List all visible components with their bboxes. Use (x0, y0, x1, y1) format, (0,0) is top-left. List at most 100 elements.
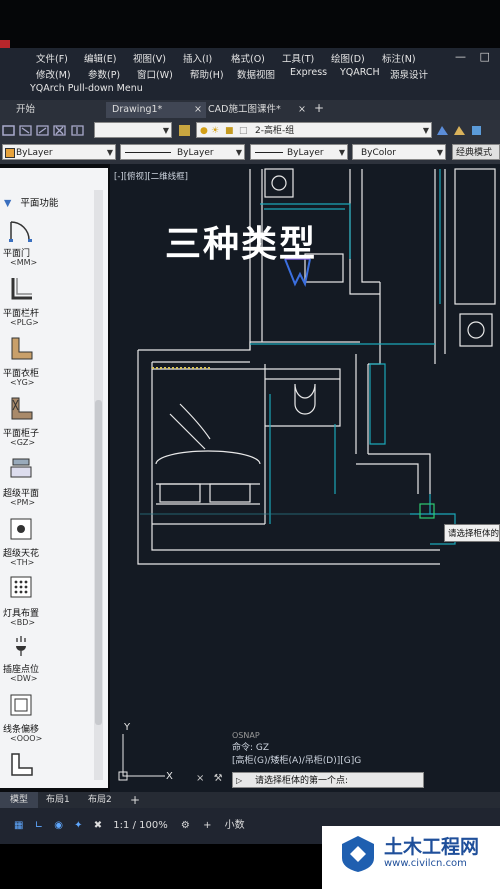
chevron-down-icon: ▼ (162, 126, 169, 135)
menu-yuanquan[interactable]: 源泉设计 (390, 67, 428, 81)
layer-isolate-icon[interactable] (53, 124, 66, 137)
plotstyle-dropdown[interactable]: ByColor ▼ (352, 144, 446, 160)
chevron-down-icon: ▼ (106, 148, 113, 157)
new-tab-button[interactable]: + (308, 100, 330, 116)
make-current-icon[interactable] (436, 124, 449, 137)
menu-express[interactable]: Express (290, 67, 327, 78)
layer-icon[interactable] (2, 124, 15, 137)
layer-match-icon[interactable] (36, 124, 49, 137)
plus-icon[interactable]: + (203, 820, 211, 831)
lock-icon: ■ (225, 126, 234, 136)
tab-cad-course[interactable]: CAD施工图课件* × (202, 102, 308, 118)
triangle-down-icon: ▼ (4, 198, 12, 209)
add-layout-button[interactable]: + (130, 792, 140, 808)
gear-icon[interactable]: ⚙ (181, 820, 190, 831)
menu-edit[interactable]: 编辑(E) (84, 51, 116, 65)
menu-modify[interactable]: 修改(M) (36, 67, 71, 81)
palette-item-code: <TH> (10, 558, 35, 567)
app-logo-icon (0, 40, 10, 48)
menu-yqarch-pulldown[interactable]: YQArch Pull-down Menu (30, 83, 143, 94)
document-tab-bar: 开始 Drawing1* × CAD施工图课件* × + (0, 100, 500, 120)
palette-item-lighting[interactable]: 灯具布置 <BD> (0, 574, 92, 629)
super-plan-icon (10, 458, 32, 478)
viewport-label[interactable]: [-][俯视][二维线框] (114, 170, 188, 182)
annotation-icon[interactable]: ✖ (94, 820, 102, 831)
menu-draw[interactable]: 绘图(D) (331, 51, 365, 65)
layer-walk-icon[interactable] (470, 124, 483, 137)
layout-tab-bar: 模型 布局1 布局2 + (0, 792, 500, 808)
status-icons: ▦ ∟ ◉ ✦ ✖ 1:1 / 100% ⚙ + 小数 (14, 816, 245, 831)
tab-model[interactable]: 模型 (0, 792, 38, 808)
layer-dropdown[interactable]: ● ☀ ■ □ 2-高柜-组 ▼ (196, 122, 432, 138)
palette-item-wardrobe[interactable]: 平面衣柜 <YG> (0, 336, 92, 391)
palette-item-line-offset[interactable]: 线条偏移 <OOO> (0, 692, 92, 747)
close-icon[interactable]: × (298, 102, 306, 118)
linetype-dropdown[interactable]: ByLayer ▼ (120, 144, 245, 160)
properties-toolbar: ByLayer ▼ ByLayer ▼ ByLayer ▼ ByColor ▼ … (0, 142, 500, 164)
close-icon[interactable]: × (196, 773, 204, 784)
sun-icon: ☀ (211, 126, 220, 136)
palette-section[interactable]: ▼ 平面功能 (4, 195, 58, 209)
menu-view[interactable]: 视图(V) (133, 51, 166, 65)
tab-layout1[interactable]: 布局1 (46, 792, 70, 808)
menu-format[interactable]: 格式(O) (231, 51, 265, 65)
workspace-value: 经典模式 (456, 148, 493, 158)
ceiling-icon (10, 518, 32, 540)
menu-help[interactable]: 帮助(H) (190, 67, 224, 81)
layer-toolbar: ▼ ● ☀ ■ □ 2-高柜-组 ▼ (0, 120, 500, 142)
tab-drawing1[interactable]: Drawing1* × (106, 102, 206, 118)
tab-label: 开始 (16, 104, 36, 115)
menu-parameter[interactable]: 参数(P) (88, 67, 120, 81)
palette-item-code: <MM> (10, 258, 38, 267)
close-icon[interactable]: × (194, 102, 202, 118)
minimize-icon[interactable]: — (455, 50, 466, 63)
layer-state-icon[interactable] (19, 124, 32, 137)
menu-row-2: 修改(M) 参数(P) 窗口(W) 帮助(H) 数据视图 Express YQA… (0, 67, 500, 84)
menu-file[interactable]: 文件(F) (36, 51, 68, 65)
layer-off-icon[interactable] (71, 124, 84, 137)
layer-state-dropdown[interactable]: ▼ (94, 122, 172, 138)
palette-item-railing[interactable]: 平面栏杆 <PLG> (0, 276, 92, 331)
command-input[interactable]: ▷ 请选择柜体的第一个点: (232, 772, 424, 788)
palette-item-code: <OOO> (10, 734, 43, 743)
tab-start[interactable]: 开始 (10, 102, 41, 118)
menu-dimension[interactable]: 标注(N) (382, 51, 416, 65)
osnap-label: OSNAP (232, 731, 260, 740)
palette-item-super-ceiling[interactable]: 超级天花 <TH> (0, 516, 92, 571)
palette-scrollbar-thumb[interactable] (95, 400, 102, 725)
layer-name: 2-高柜-组 (255, 126, 295, 136)
command-prompt-text: 请选择柜体的第一个点: (255, 776, 349, 786)
overlay-title: 三种类型 (165, 224, 318, 265)
palette-item-socket[interactable]: 插座点位 <DW> (0, 632, 92, 687)
menu-dataview[interactable]: 数据视图 (237, 67, 275, 81)
layer-previous-icon[interactable] (453, 124, 466, 137)
osnap-icon[interactable]: ✦ (74, 820, 82, 831)
tab-layout2[interactable]: 布局2 (88, 792, 112, 808)
plotstyle-value: ByColor (361, 148, 396, 158)
menu-tools[interactable]: 工具(T) (282, 51, 314, 65)
snap-icon[interactable]: ▦ (14, 820, 23, 831)
polar-icon[interactable]: ◉ (54, 820, 63, 831)
palette-item-super-plan[interactable]: 超级平面 <PM> (0, 456, 92, 511)
palette-item-code: <BD> (10, 618, 36, 627)
menu-yqarch[interactable]: YQARCH (340, 67, 380, 78)
lineweight-dropdown[interactable]: ByLayer ▼ (250, 144, 348, 160)
menu-window[interactable]: 窗口(W) (137, 67, 173, 81)
corner-shape-icon (11, 753, 33, 776)
lineweight-value: ByLayer (287, 148, 324, 158)
scale-value[interactable]: 1:1 / 100% (113, 820, 167, 831)
ortho-icon[interactable]: ∟ (35, 820, 43, 831)
palette-item-door[interactable]: 平面门 <MM> (0, 218, 92, 273)
menu-insert[interactable]: 插入(I) (183, 51, 212, 65)
palette-item-more[interactable] (0, 752, 92, 786)
palette-item-cabinet[interactable]: 平面柜子 <GZ> (0, 396, 92, 451)
wrench-icon[interactable]: ⚒ (214, 773, 223, 784)
layer-properties-icon[interactable] (178, 124, 191, 137)
units-value[interactable]: 小数 (225, 820, 245, 831)
color-dropdown[interactable]: ByLayer ▼ (2, 144, 116, 160)
chevron-down-icon: ▼ (436, 148, 443, 157)
palette-item-code: <PLG> (10, 318, 39, 327)
maximize-icon[interactable]: □ (480, 50, 490, 63)
workspace-dropdown[interactable]: 经典模式 (452, 144, 500, 160)
color-value: ByLayer (16, 148, 53, 158)
